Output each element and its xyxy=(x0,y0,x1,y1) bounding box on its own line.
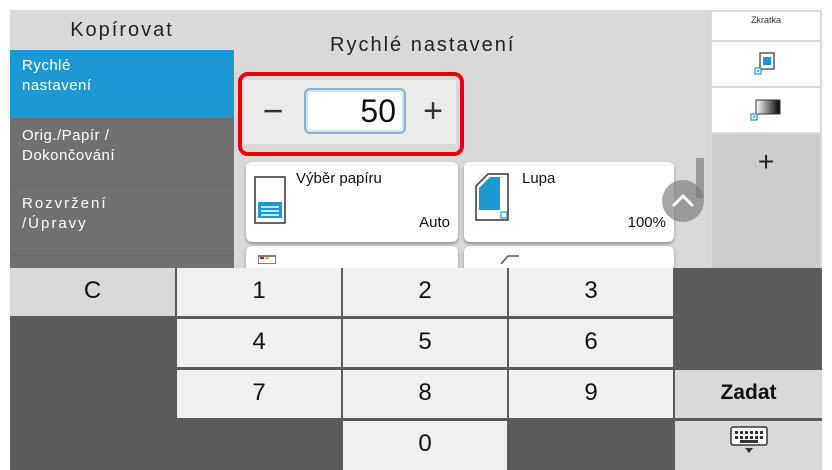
sidebar-item-label: /Úpravy xyxy=(22,215,88,232)
sidebar-title: Kopírovat xyxy=(10,10,234,50)
key-4[interactable]: 4 xyxy=(177,319,341,367)
increase-copies-button[interactable]: + xyxy=(408,84,458,140)
key-6[interactable]: 6 xyxy=(509,319,673,367)
zoom-value: 100% xyxy=(627,214,666,231)
sidebar-item-label: Orig./Papír / xyxy=(22,127,110,144)
numeric-keypad: C 1 2 3 4 5 6 7 8 9 0 Zadat xyxy=(10,268,822,470)
density-shortcut-icon xyxy=(750,99,781,121)
key-2[interactable]: 2 xyxy=(343,268,507,316)
zoom-tile[interactable]: Lupa 100% xyxy=(464,162,674,242)
key-7[interactable]: 7 xyxy=(177,370,341,418)
zoom-icon xyxy=(475,173,509,221)
keyboard-icon xyxy=(729,426,768,453)
decrease-copies-button[interactable]: − xyxy=(248,84,298,140)
sidebar-item-label: Dokončování xyxy=(22,147,116,164)
paper-selection-tile[interactable]: Výběr papíru Auto xyxy=(246,162,458,242)
sidebar-item-layout-edit[interactable]: Rozvržení /Úpravy xyxy=(10,188,234,254)
sidebar-item-label: nastavení xyxy=(22,77,92,94)
shortcut-panel: Zkratka + xyxy=(710,10,822,268)
shortcut-button-2[interactable] xyxy=(712,88,820,132)
zoom-label: Lupa xyxy=(522,170,556,187)
key-8[interactable]: 8 xyxy=(343,370,507,418)
shortcut-title: Zkratka xyxy=(712,12,820,40)
key-3[interactable]: 3 xyxy=(509,268,673,316)
paper-tray-icon xyxy=(254,176,286,224)
add-shortcut-button[interactable]: + xyxy=(712,134,820,268)
shortcut-button-1[interactable] xyxy=(712,42,820,86)
sidebar-item-original-paper-finishing[interactable]: Orig./Papír / Dokončování xyxy=(10,120,234,186)
chevron-up-icon xyxy=(672,193,694,207)
quick-setup-panel: Rychlé nastavení − 50 + Výběr papíru Aut… xyxy=(234,10,706,268)
setting-tile[interactable] xyxy=(246,246,458,268)
sidebar-item-label: Rychlé xyxy=(22,57,71,74)
paper-selection-label: Výběr papíru xyxy=(296,170,382,187)
scroll-up-button[interactable] xyxy=(662,180,704,222)
clear-key[interactable]: C xyxy=(10,268,175,316)
sidebar-item-label: Rozvržení xyxy=(22,195,108,212)
color-mode-icon xyxy=(258,255,276,264)
sidebar-item-quick-setup[interactable]: Rychlé nastavení xyxy=(10,50,234,118)
document-shortcut-icon xyxy=(754,52,775,75)
key-9[interactable]: 9 xyxy=(509,370,673,418)
keyboard-button[interactable] xyxy=(675,421,822,470)
sidebar-item-more[interactable] xyxy=(10,256,234,268)
sidebar: Kopírovat Rychlé nastavení Orig./Papír /… xyxy=(10,10,234,268)
duplex-icon xyxy=(500,255,519,264)
setting-tile[interactable] xyxy=(464,246,674,268)
key-0[interactable]: 0 xyxy=(343,421,507,470)
enter-key[interactable]: Zadat xyxy=(675,370,822,418)
key-5[interactable]: 5 xyxy=(343,319,507,367)
page-title: Rychlé nastavení xyxy=(330,34,516,56)
copies-input[interactable]: 50 xyxy=(304,88,406,134)
paper-selection-value: Auto xyxy=(419,214,450,231)
key-1[interactable]: 1 xyxy=(177,268,341,316)
copy-screen: Kopírovat Rychlé nastavení Orig./Papír /… xyxy=(10,10,822,470)
